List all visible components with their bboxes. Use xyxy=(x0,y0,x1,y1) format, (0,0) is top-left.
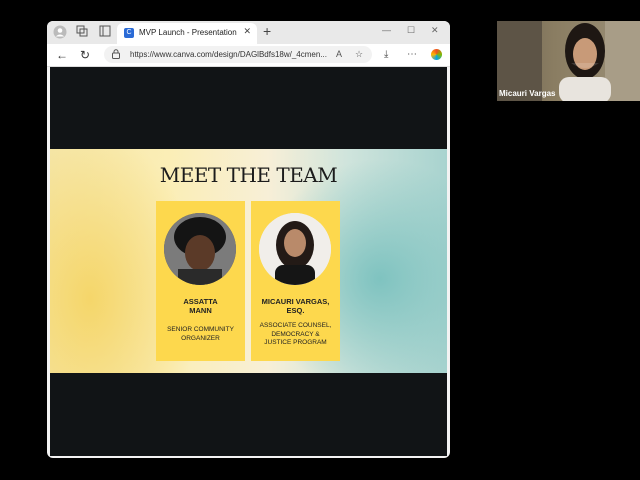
slide-title: MEET THE TEAM xyxy=(159,163,338,187)
minimize-icon[interactable]: — xyxy=(382,25,391,35)
avatar xyxy=(164,213,236,285)
read-aloud-icon[interactable]: A xyxy=(336,49,342,59)
favorite-icon[interactable]: ☆ xyxy=(355,49,363,60)
url-text[interactable]: https://www.canva.com/design/DAGlBdfs18w… xyxy=(130,50,327,59)
lock-icon[interactable] xyxy=(112,49,120,59)
refresh-icon[interactable]: ↻ xyxy=(80,48,90,62)
tab-actions-icon[interactable] xyxy=(98,25,112,39)
video-tile[interactable]: Micauri Vargas xyxy=(497,21,640,101)
browser-window: C MVP Launch - Presentation ✕ + — ☐ ✕ ← … xyxy=(47,21,450,458)
tab-presentation[interactable]: C MVP Launch - Presentation ✕ xyxy=(117,23,257,44)
plus-icon[interactable]: + xyxy=(263,23,271,39)
member-role: ASSOCIATE COUNSEL, DEMOCRACY & JUSTICE P… xyxy=(259,322,332,346)
maximize-icon[interactable]: ☐ xyxy=(407,25,415,36)
member-role: SENIOR COMMUNITY ORGANIZER xyxy=(167,326,234,342)
team-card-assatta: ASSATTA MANN SENIOR COMMUNITY ORGANIZER xyxy=(156,201,245,361)
avatar xyxy=(259,213,331,285)
participant-name: Micauri Vargas xyxy=(499,89,556,98)
member-name: ASSATTA MANN xyxy=(183,297,218,315)
title-bar: C MVP Launch - Presentation ✕ + — ☐ ✕ xyxy=(47,21,450,44)
canva-favicon-icon: C xyxy=(124,28,134,38)
profile-icon[interactable] xyxy=(53,25,67,39)
team-card-micauri: MICAURI VARGAS, ESQ. ASSOCIATE COUNSEL, … xyxy=(251,201,340,361)
extensions-icon[interactable]: ⋯ xyxy=(407,49,417,60)
window-close-icon[interactable]: ✕ xyxy=(431,25,439,36)
member-name: MICAURI VARGAS, ESQ. xyxy=(261,297,330,315)
close-icon[interactable]: ✕ xyxy=(243,26,251,37)
copilot-icon[interactable] xyxy=(431,49,442,60)
downloads-icon[interactable]: ⤓ xyxy=(384,49,388,60)
slide: MEET THE TEAM ASSATTA MANN SENIOR COMMUN… xyxy=(50,149,447,373)
tab-title: MVP Launch - Presentation xyxy=(139,28,237,37)
address-bar[interactable]: https://www.canva.com/design/DAGlBdfs18w… xyxy=(104,46,372,63)
back-icon[interactable]: ← xyxy=(56,48,68,62)
navigation-toolbar: ← ↻ https://www.canva.com/design/DAGlBdf… xyxy=(47,44,450,67)
presentation-viewport: MEET THE TEAM ASSATTA MANN SENIOR COMMUN… xyxy=(50,67,447,456)
workspaces-icon[interactable] xyxy=(75,25,89,39)
